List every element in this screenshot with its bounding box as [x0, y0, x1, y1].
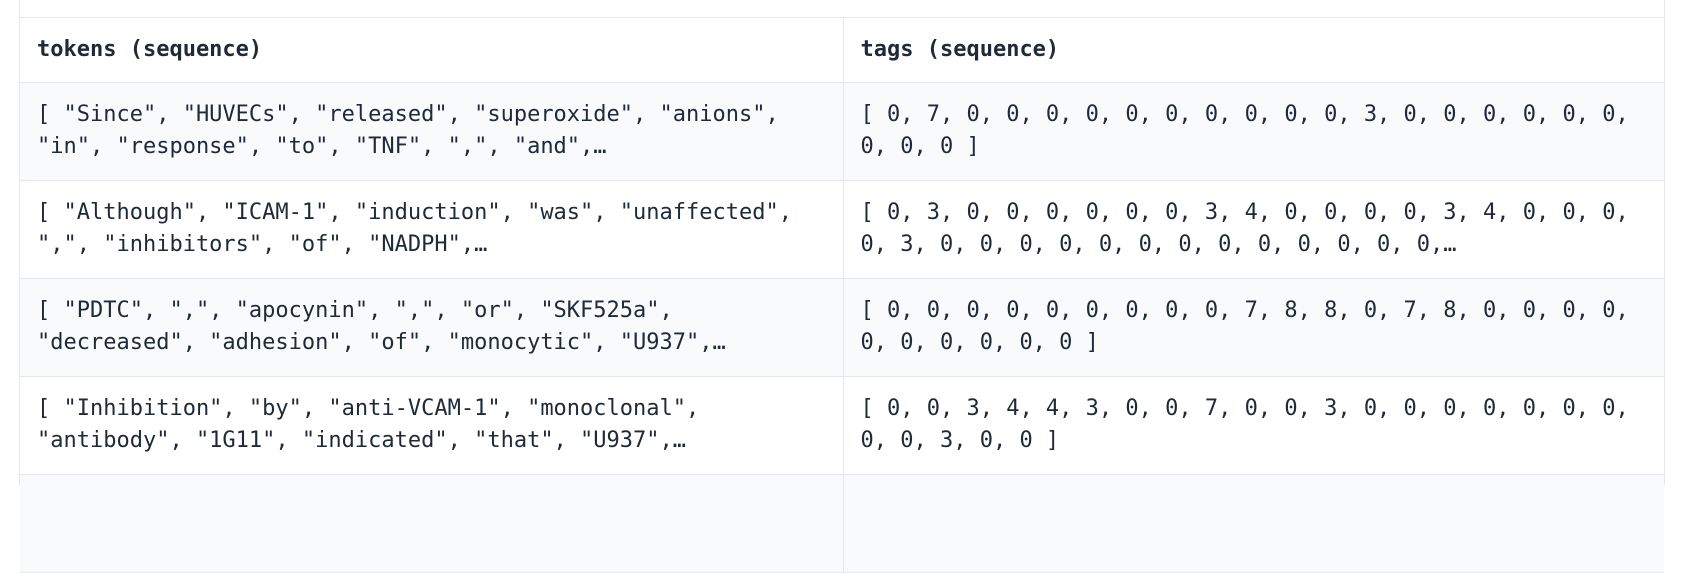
tags-cell-text: [ 0, 7, 0, 0, 0, 0, 0, 0, 0, 0, 0, 0, 3,…: [860, 102, 1629, 159]
tokens-cell[interactable]: [ "Inhibition", "by", "anti-VCAM-1", "mo…: [20, 376, 843, 475]
tokens-cell[interactable]: [ "Although", "ICAM-1", "induction", "wa…: [20, 180, 843, 279]
tokens-cell-text: [ "PDTC", ",", "apocynin", ",", "or", "S…: [37, 298, 726, 355]
tags-cell[interactable]: [ 0, 3, 0, 0, 0, 0, 0, 0, 3, 4, 0, 0, 0,…: [842, 180, 1664, 279]
tokens-cell-text: [ "Inhibition", "by", "anti-VCAM-1", "mo…: [37, 396, 700, 453]
table-header-row: tokens (sequence) tags (sequence): [20, 18, 1664, 83]
column-header-tokens[interactable]: tokens (sequence): [20, 18, 843, 83]
data-table: tokens (sequence) tags (sequence) [ "Sin…: [20, 18, 1664, 573]
tags-cell-text: [ 0, 0, 0, 0, 0, 0, 0, 0, 0, 7, 8, 8, 0,…: [860, 298, 1629, 355]
tags-cell[interactable]: [ 0, 0, 0, 0, 0, 0, 0, 0, 0, 7, 8, 8, 0,…: [842, 278, 1664, 377]
table-row[interactable]: [ "Although", "ICAM-1", "induction", "wa…: [20, 180, 1664, 279]
tags-cell-text: [ 0, 0, 3, 4, 4, 3, 0, 0, 7, 0, 0, 3, 0,…: [860, 396, 1629, 453]
table-row[interactable]: [ "PDTC", ",", "apocynin", ",", "or", "S…: [20, 278, 1664, 377]
column-header-tags[interactable]: tags (sequence): [842, 18, 1664, 83]
table-top-border: [20, 0, 1664, 18]
tags-cell[interactable]: [ 0, 0, 3, 4, 4, 3, 0, 0, 7, 0, 0, 3, 0,…: [842, 376, 1664, 475]
tags-cell[interactable]: [842, 474, 1664, 573]
tags-cell-text: [ 0, 3, 0, 0, 0, 0, 0, 0, 3, 4, 0, 0, 0,…: [860, 200, 1629, 257]
table-row[interactable]: [20, 474, 1664, 573]
table-row[interactable]: [ "Inhibition", "by", "anti-VCAM-1", "mo…: [20, 376, 1664, 475]
tags-cell[interactable]: [ 0, 7, 0, 0, 0, 0, 0, 0, 0, 0, 0, 0, 3,…: [842, 82, 1664, 181]
table-row[interactable]: [ "Since", "HUVECs", "released", "supero…: [20, 82, 1664, 181]
tokens-cell-text: [ "Although", "ICAM-1", "induction", "wa…: [37, 200, 792, 257]
tokens-cell[interactable]: [ "Since", "HUVECs", "released", "supero…: [20, 82, 843, 181]
tokens-cell[interactable]: [20, 474, 843, 573]
tokens-cell-text: [ "Since", "HUVECs", "released", "supero…: [37, 102, 779, 159]
tokens-cell[interactable]: [ "PDTC", ",", "apocynin", ",", "or", "S…: [20, 278, 843, 377]
dataset-viewer: tokens (sequence) tags (sequence) [ "Sin…: [19, 0, 1665, 573]
